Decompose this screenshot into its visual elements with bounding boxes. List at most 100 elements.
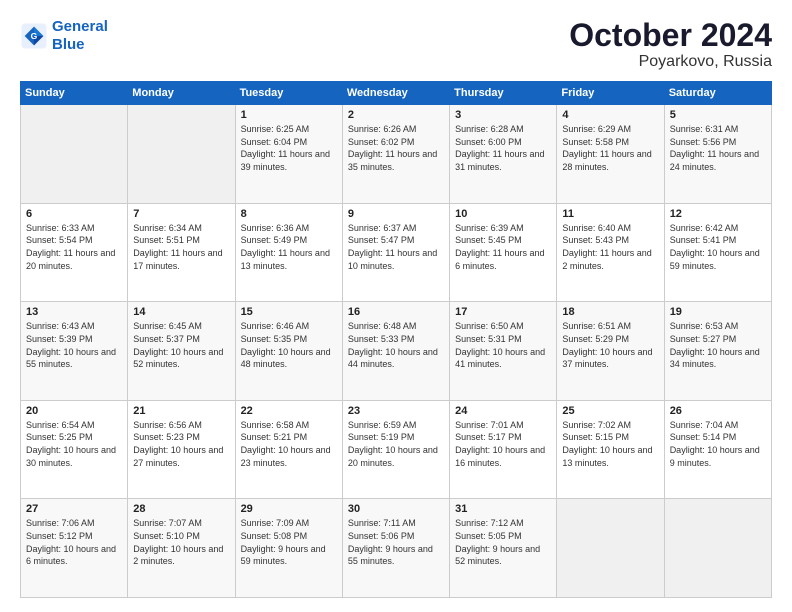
col-saturday: Saturday [664,82,771,105]
table-row [128,105,235,204]
day-details: Sunrise: 6:39 AMSunset: 5:45 PMDaylight:… [455,222,551,272]
week-row-5: 27 Sunrise: 7:06 AMSunset: 5:12 PMDayligh… [21,499,772,598]
col-monday: Monday [128,82,235,105]
table-row [664,499,771,598]
day-number: 27 [26,503,122,515]
day-details: Sunrise: 6:42 AMSunset: 5:41 PMDaylight:… [670,222,766,272]
table-row: 1 Sunrise: 6:25 AMSunset: 6:04 PMDaylight… [235,105,342,204]
day-details: Sunrise: 6:29 AMSunset: 5:58 PMDaylight:… [562,123,658,173]
day-details: Sunrise: 7:01 AMSunset: 5:17 PMDaylight:… [455,419,551,469]
day-details: Sunrise: 7:12 AMSunset: 5:05 PMDaylight:… [455,517,551,567]
day-number: 28 [133,503,229,515]
day-details: Sunrise: 6:50 AMSunset: 5:31 PMDaylight:… [455,320,551,370]
col-friday: Friday [557,82,664,105]
day-number: 11 [562,208,658,220]
day-number: 6 [26,208,122,220]
day-number: 25 [562,405,658,417]
day-number: 4 [562,109,658,121]
day-number: 17 [455,306,551,318]
table-row: 6 Sunrise: 6:33 AMSunset: 5:54 PMDaylight… [21,203,128,302]
day-number: 7 [133,208,229,220]
table-row: 28 Sunrise: 7:07 AMSunset: 5:10 PMDayligh… [128,499,235,598]
logo-icon: G [20,22,48,50]
table-row: 15 Sunrise: 6:46 AMSunset: 5:35 PMDayligh… [235,302,342,401]
table-row: 11 Sunrise: 6:40 AMSunset: 5:43 PMDayligh… [557,203,664,302]
svg-text:G: G [31,31,38,41]
day-details: Sunrise: 6:51 AMSunset: 5:29 PMDaylight:… [562,320,658,370]
table-row: 5Sunrise: 6:31 AMSunset: 5:56 PMDaylight… [664,105,771,204]
calendar-table: Sunday Monday Tuesday Wednesday Thursday… [20,81,772,598]
day-details: Sunrise: 6:40 AMSunset: 5:43 PMDaylight:… [562,222,658,272]
day-number: 10 [455,208,551,220]
day-number: 1 [241,109,337,121]
day-details: Sunrise: 6:56 AMSunset: 5:23 PMDaylight:… [133,419,229,469]
day-details: Sunrise: 6:25 AMSunset: 6:04 PMDaylight:… [241,123,337,173]
table-row: 20Sunrise: 6:54 AMSunset: 5:25 PMDayligh… [21,400,128,499]
table-row: 14 Sunrise: 6:45 AMSunset: 5:37 PMDayligh… [128,302,235,401]
week-row-2: 6 Sunrise: 6:33 AMSunset: 5:54 PMDaylight… [21,203,772,302]
table-row: 24 Sunrise: 7:01 AMSunset: 5:17 PMDayligh… [450,400,557,499]
day-number: 13 [26,306,122,318]
day-number: 9 [348,208,444,220]
col-wednesday: Wednesday [342,82,449,105]
day-details: Sunrise: 7:04 AMSunset: 5:14 PMDaylight:… [670,419,766,469]
day-number: 16 [348,306,444,318]
table-row [21,105,128,204]
logo-text: General Blue [52,18,108,54]
table-row: 19 Sunrise: 6:53 AMSunset: 5:27 PMDayligh… [664,302,771,401]
day-number: 15 [241,306,337,318]
header: G General Blue October 2024 Poyarkovo, R… [20,18,772,71]
day-number: 21 [133,405,229,417]
day-number: 14 [133,306,229,318]
table-row: 31 Sunrise: 7:12 AMSunset: 5:05 PMDayligh… [450,499,557,598]
table-row: 12Sunrise: 6:42 AMSunset: 5:41 PMDayligh… [664,203,771,302]
table-row: 21 Sunrise: 6:56 AMSunset: 5:23 PMDayligh… [128,400,235,499]
day-number: 29 [241,503,337,515]
day-number: 31 [455,503,551,515]
day-details: Sunrise: 6:33 AMSunset: 5:54 PMDaylight:… [26,222,122,272]
table-row: 25 Sunrise: 7:02 AMSunset: 5:15 PMDayligh… [557,400,664,499]
day-details: Sunrise: 6:28 AMSunset: 6:00 PMDaylight:… [455,123,551,173]
week-row-3: 13 Sunrise: 6:43 AMSunset: 5:39 PMDayligh… [21,302,772,401]
day-number: 19 [670,306,766,318]
table-row: 17 Sunrise: 6:50 AMSunset: 5:31 PMDayligh… [450,302,557,401]
table-row: 30 Sunrise: 7:11 AMSunset: 5:06 PMDayligh… [342,499,449,598]
day-details: Sunrise: 7:02 AMSunset: 5:15 PMDaylight:… [562,419,658,469]
col-thursday: Thursday [450,82,557,105]
calendar-header-row: Sunday Monday Tuesday Wednesday Thursday… [21,82,772,105]
day-details: Sunrise: 6:53 AMSunset: 5:27 PMDaylight:… [670,320,766,370]
day-details: Sunrise: 6:48 AMSunset: 5:33 PMDaylight:… [348,320,444,370]
day-details: Sunrise: 6:58 AMSunset: 5:21 PMDaylight:… [241,419,337,469]
day-details: Sunrise: 7:07 AMSunset: 5:10 PMDaylight:… [133,517,229,567]
day-details: Sunrise: 6:43 AMSunset: 5:39 PMDaylight:… [26,320,122,370]
day-number: 30 [348,503,444,515]
day-number: 2 [348,109,444,121]
week-row-1: 1 Sunrise: 6:25 AMSunset: 6:04 PMDaylight… [21,105,772,204]
day-details: Sunrise: 6:59 AMSunset: 5:19 PMDaylight:… [348,419,444,469]
day-details: Sunrise: 6:26 AMSunset: 6:02 PMDaylight:… [348,123,444,173]
table-row: 2 Sunrise: 6:26 AMSunset: 6:02 PMDaylight… [342,105,449,204]
day-number: 8 [241,208,337,220]
day-details: Sunrise: 6:31 AMSunset: 5:56 PMDaylight:… [670,123,766,173]
week-row-4: 20Sunrise: 6:54 AMSunset: 5:25 PMDayligh… [21,400,772,499]
day-details: Sunrise: 6:34 AMSunset: 5:51 PMDaylight:… [133,222,229,272]
day-details: Sunrise: 6:37 AMSunset: 5:47 PMDaylight:… [348,222,444,272]
table-row: 23Sunrise: 6:59 AMSunset: 5:19 PMDayligh… [342,400,449,499]
table-row: 16 Sunrise: 6:48 AMSunset: 5:33 PMDayligh… [342,302,449,401]
col-tuesday: Tuesday [235,82,342,105]
day-number: 24 [455,405,551,417]
day-details: Sunrise: 6:45 AMSunset: 5:37 PMDaylight:… [133,320,229,370]
table-row: 18Sunrise: 6:51 AMSunset: 5:29 PMDayligh… [557,302,664,401]
table-row: 8Sunrise: 6:36 AMSunset: 5:49 PMDaylight… [235,203,342,302]
calendar-title: October 2024 [569,18,772,53]
table-row: 22 Sunrise: 6:58 AMSunset: 5:21 PMDayligh… [235,400,342,499]
day-details: Sunrise: 7:11 AMSunset: 5:06 PMDaylight:… [348,517,444,567]
table-row: 4 Sunrise: 6:29 AMSunset: 5:58 PMDaylight… [557,105,664,204]
table-row: 29Sunrise: 7:09 AMSunset: 5:08 PMDayligh… [235,499,342,598]
logo: G General Blue [20,18,108,54]
day-number: 22 [241,405,337,417]
page: G General Blue October 2024 Poyarkovo, R… [0,0,792,612]
col-sunday: Sunday [21,82,128,105]
day-details: Sunrise: 6:46 AMSunset: 5:35 PMDaylight:… [241,320,337,370]
day-details: Sunrise: 7:06 AMSunset: 5:12 PMDaylight:… [26,517,122,567]
